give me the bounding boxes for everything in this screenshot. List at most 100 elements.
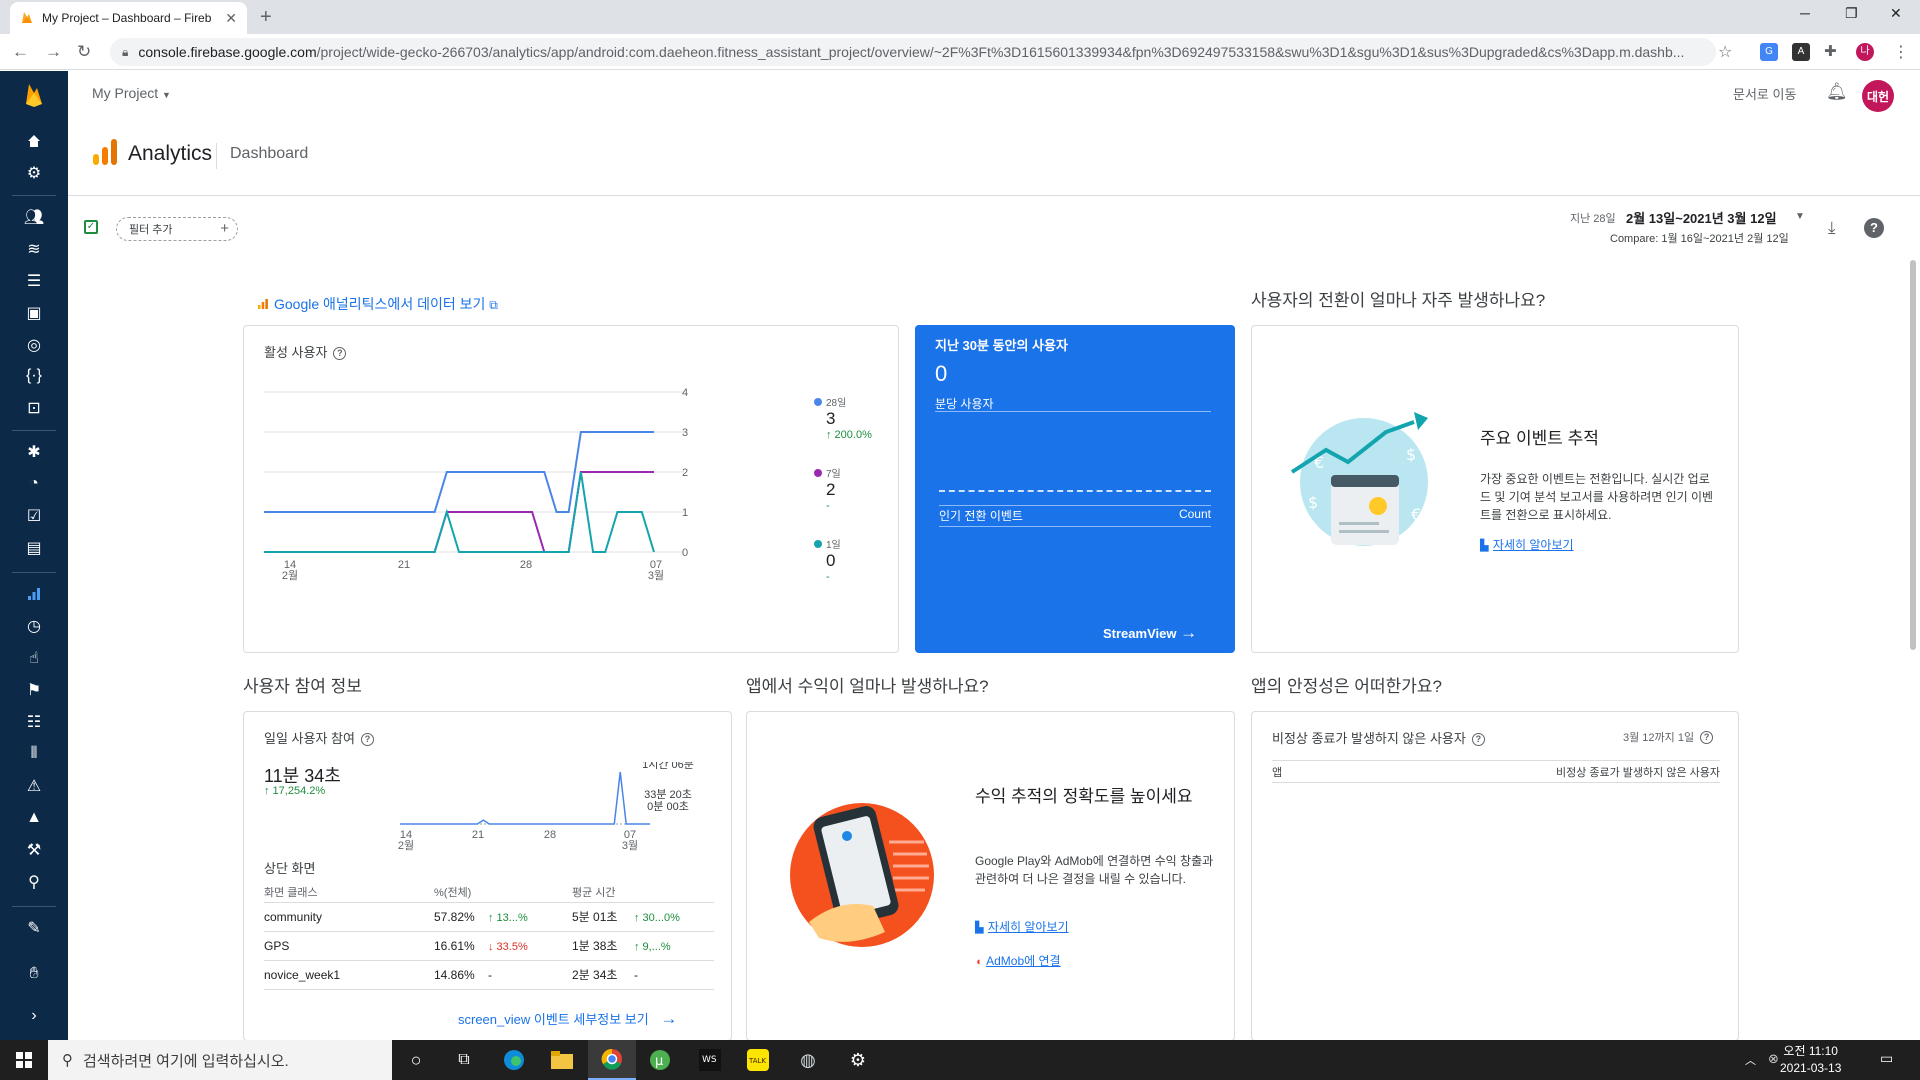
google-analytics-link[interactable]: Google 애널리틱스에서 데이터 보기 ⧉ bbox=[258, 294, 498, 314]
extensions-puzzle-icon[interactable]: ✚ bbox=[1824, 42, 1837, 60]
ml-icon[interactable]: ⊡ bbox=[0, 394, 68, 422]
minimize-icon[interactable]: ─ bbox=[1800, 5, 1810, 21]
user-properties-icon[interactable]: ⚠ bbox=[0, 772, 68, 800]
funnels-icon[interactable]: ⦀ bbox=[0, 740, 68, 768]
forward-icon[interactable]: → bbox=[45, 42, 62, 62]
notifications-bell-icon[interactable]: 🔔︎ bbox=[1826, 82, 1848, 102]
crashlytics-icon[interactable]: ✱ bbox=[0, 438, 68, 466]
extension-icon[interactable]: A bbox=[1792, 43, 1810, 61]
project-selector[interactable]: My Project ▼ bbox=[92, 85, 171, 101]
realtime-divider-2 bbox=[939, 505, 1211, 506]
address-bar[interactable]: 🔒︎ console.firebase.google.com/project/w… bbox=[110, 38, 1716, 66]
bookmark-star-icon[interactable]: ☆ bbox=[1718, 42, 1732, 62]
revenue-illustration bbox=[789, 802, 935, 953]
chrome-menu-icon[interactable]: ⋮ bbox=[1893, 42, 1909, 62]
tab-close-icon[interactable]: ✕ bbox=[225, 10, 237, 27]
firestore-icon[interactable]: ☰ bbox=[0, 267, 68, 295]
storage-icon[interactable]: ▣ bbox=[0, 299, 68, 327]
predictions-icon[interactable]: ✎ bbox=[0, 914, 68, 942]
url-host: console.firebase.google.com bbox=[138, 44, 317, 60]
restore-icon[interactable]: ❐ bbox=[1845, 5, 1858, 22]
docs-link[interactable]: 문서로 이동 bbox=[1733, 84, 1796, 103]
edge-icon[interactable] bbox=[490, 1040, 538, 1080]
date-range-caret-icon[interactable]: ▼ bbox=[1795, 211, 1805, 222]
taskbar-clock[interactable]: 오전 11:10 2021-03-13 bbox=[1780, 1043, 1841, 1077]
y-label: 33분 20초 bbox=[644, 788, 692, 801]
account-avatar[interactable]: 대헌 bbox=[1862, 80, 1894, 112]
download-icon[interactable]: ⤓ bbox=[1828, 218, 1836, 238]
file-explorer-icon[interactable] bbox=[538, 1040, 586, 1080]
taskbar-search-box[interactable]: ⚲ 검색하려면 여기에 입력하십시오. bbox=[48, 1040, 392, 1080]
avg-time-value: 2분 34초 bbox=[572, 968, 618, 982]
tray-chevron-icon[interactable]: ︿ bbox=[1745, 1052, 1756, 1068]
remote-config-icon[interactable]: ⚲ bbox=[0, 868, 68, 896]
admob-link[interactable]: ◖ AdMob에 연결 bbox=[975, 952, 1061, 970]
performance-icon[interactable]: ◔ bbox=[0, 470, 68, 498]
conversions-icon[interactable]: ⚑ bbox=[0, 676, 68, 704]
help-circle-icon[interactable]: ? bbox=[1471, 733, 1485, 746]
revenue-learn-more[interactable]: ▙ 자세히 알아보기 bbox=[975, 918, 1069, 936]
header-bottom-border bbox=[68, 195, 1920, 196]
utorrent-icon[interactable]: µ bbox=[636, 1040, 684, 1080]
chrome-taskbar-icon[interactable] bbox=[588, 1040, 636, 1080]
notifications-icon[interactable]: ▭ bbox=[1880, 1050, 1893, 1067]
percent-cell: 16.61% ↓ 33.5% bbox=[434, 931, 572, 961]
translate-extension-icon[interactable]: G bbox=[1760, 43, 1778, 61]
browser-tab[interactable]: My Project – Dashboard – Fireb ✕ bbox=[10, 2, 247, 34]
x-tick-label: 3월 bbox=[648, 569, 664, 582]
conversion-learn-more[interactable]: ▙ 자세히 알아보기 bbox=[1480, 536, 1574, 554]
svg-text:WS: WS bbox=[702, 1055, 717, 1065]
events-icon[interactable]: ☝ bbox=[0, 644, 68, 672]
help-circle-icon[interactable]: ? bbox=[360, 733, 374, 746]
authentication-icon[interactable]: 👥︎ bbox=[0, 203, 68, 231]
functions-icon[interactable]: {·} bbox=[0, 362, 68, 390]
debugview-icon[interactable]: ⚒ bbox=[0, 836, 68, 864]
home-icon[interactable] bbox=[0, 127, 68, 155]
x-tick-label: 2월 bbox=[282, 569, 298, 582]
settings-taskbar-icon[interactable]: ⚙ bbox=[834, 1040, 882, 1080]
y-tick-label: 3 bbox=[682, 427, 688, 439]
analytics-dashboard-icon[interactable] bbox=[0, 580, 68, 608]
extensions-icon[interactable]: ✋︎ bbox=[0, 960, 68, 988]
kakaotalk-icon[interactable]: TALK bbox=[734, 1040, 782, 1080]
help-circle-icon[interactable]: ? bbox=[333, 347, 347, 360]
cortana-icon[interactable]: ○ bbox=[392, 1040, 440, 1080]
table-row[interactable]: GPS 16.61% ↓ 33.5% 1분 38초 ↑ 9,...% bbox=[264, 931, 714, 961]
audiences-icon[interactable]: ☷ bbox=[0, 708, 68, 736]
settings-icon[interactable]: ⚙ bbox=[0, 159, 68, 187]
latest-release-icon[interactable]: ▲ bbox=[0, 804, 68, 832]
percent-value: 14.86% bbox=[434, 967, 475, 982]
page-scrollbar[interactable] bbox=[1910, 260, 1916, 650]
streamview-link[interactable]: StreamView → bbox=[1103, 623, 1197, 643]
android-studio-icon[interactable]: ◍ bbox=[784, 1040, 832, 1080]
filter-check-icon[interactable]: ✓ bbox=[84, 220, 98, 234]
profile-avatar[interactable]: 나다 bbox=[1856, 43, 1874, 75]
reload-icon[interactable]: ↻ bbox=[77, 42, 91, 62]
hosting-icon[interactable]: ◎ bbox=[0, 331, 68, 359]
webstorm-icon[interactable]: WS bbox=[686, 1040, 734, 1080]
network-icon[interactable]: ⊗ bbox=[1768, 1051, 1779, 1067]
table-row[interactable]: community 57.82% ↑ 13...% 5분 01초 ↑ 30...0% bbox=[264, 902, 714, 932]
add-filter-chip[interactable]: 필터 추가 + bbox=[116, 217, 238, 241]
firebase-logo-icon[interactable] bbox=[0, 71, 68, 119]
top-screens-label: 상단 화면 bbox=[264, 861, 316, 876]
engagement-card: 일일 사용자 참여? 11분 34초 ↑ 17,254.2% 1시간 06분 33… bbox=[243, 711, 732, 1041]
percent-value: 57.82% bbox=[434, 909, 475, 924]
screen-view-details-link[interactable]: screen_view 이벤트 세부정보 보기 → bbox=[458, 1009, 677, 1029]
help-icon[interactable]: ? bbox=[1864, 218, 1884, 238]
test-lab-icon[interactable]: ☑ bbox=[0, 502, 68, 530]
task-view-icon[interactable]: ⧉ bbox=[440, 1040, 488, 1080]
close-window-icon[interactable]: ✕ bbox=[1890, 5, 1902, 22]
conversion-card-title: 주요 이벤트 추적 bbox=[1480, 429, 1599, 448]
realtime-database-icon[interactable]: ≋ bbox=[0, 235, 68, 263]
date-range-selector[interactable]: 2월 13일~2021년 3월 12일 bbox=[1626, 208, 1777, 227]
realtime-analytics-icon[interactable]: ◷ bbox=[0, 612, 68, 640]
back-icon[interactable]: ← bbox=[12, 42, 29, 62]
percent-delta: ↓ 33.5% bbox=[488, 940, 528, 953]
windows-start-icon[interactable] bbox=[0, 1040, 48, 1080]
new-tab-button[interactable]: + bbox=[260, 5, 272, 29]
table-row[interactable]: novice_week1 14.86% -2분 34초 - bbox=[264, 960, 714, 990]
expand-rail-icon[interactable]: › bbox=[0, 1002, 68, 1030]
app-distribution-icon[interactable]: ▤ bbox=[0, 534, 68, 562]
help-circle-icon[interactable]: ? bbox=[1700, 731, 1714, 744]
